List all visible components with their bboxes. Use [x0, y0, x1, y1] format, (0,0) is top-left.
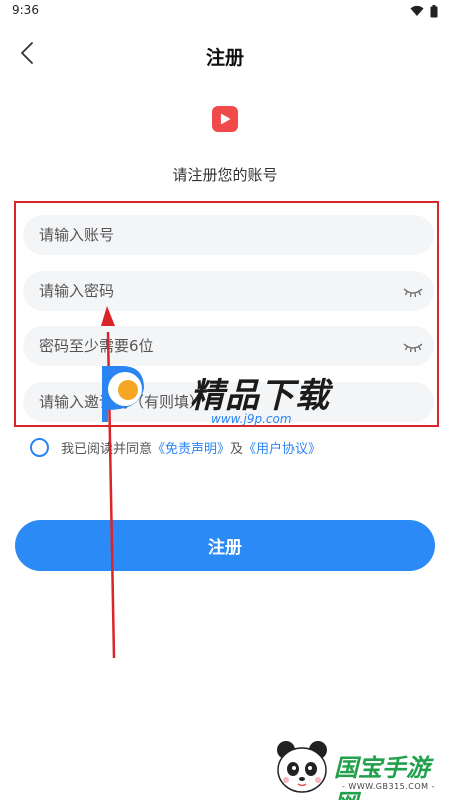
battery-icon [430, 4, 438, 17]
nav-bar: 注册 [0, 30, 450, 78]
user-agreement-link[interactable]: 《用户协议》 [243, 438, 321, 457]
status-bar: 9:36 [0, 0, 450, 22]
register-subtitle: 请注册您的账号 [172, 166, 278, 184]
page-title: 注册 [205, 47, 244, 69]
panda-icon [277, 741, 327, 793]
agree-checkbox[interactable] [30, 437, 49, 457]
disclaimer-link[interactable]: 《免责声明》 [152, 438, 230, 457]
play-icon [220, 113, 231, 125]
wifi-icon [410, 5, 424, 16]
guobao-url: - WWW.GB315.COM - [342, 782, 435, 791]
guobao-watermark: 国宝手游网 - WWW.GB315.COM - [250, 722, 450, 800]
register-button[interactable]: 注册 [15, 520, 435, 571]
agreement-and: 及 [230, 441, 244, 457]
jingpin-url: www.j9p.com [211, 412, 292, 426]
jingpin-title: 精品下载 [190, 376, 330, 416]
status-icons [410, 4, 438, 18]
jingpin-watermark: 精品下载 www.j9p.com [94, 362, 364, 430]
app-logo [212, 106, 238, 132]
agreement-prefix: 我已阅读并同意 [61, 441, 153, 457]
agreement-row: 我已阅读并同意 《免责声明》 及 《用户协议》 [30, 436, 321, 458]
status-time: 9:36 [12, 3, 39, 17]
guobao-title: 国宝手游网 [334, 754, 430, 800]
jingpin-logo-icon [102, 366, 144, 422]
